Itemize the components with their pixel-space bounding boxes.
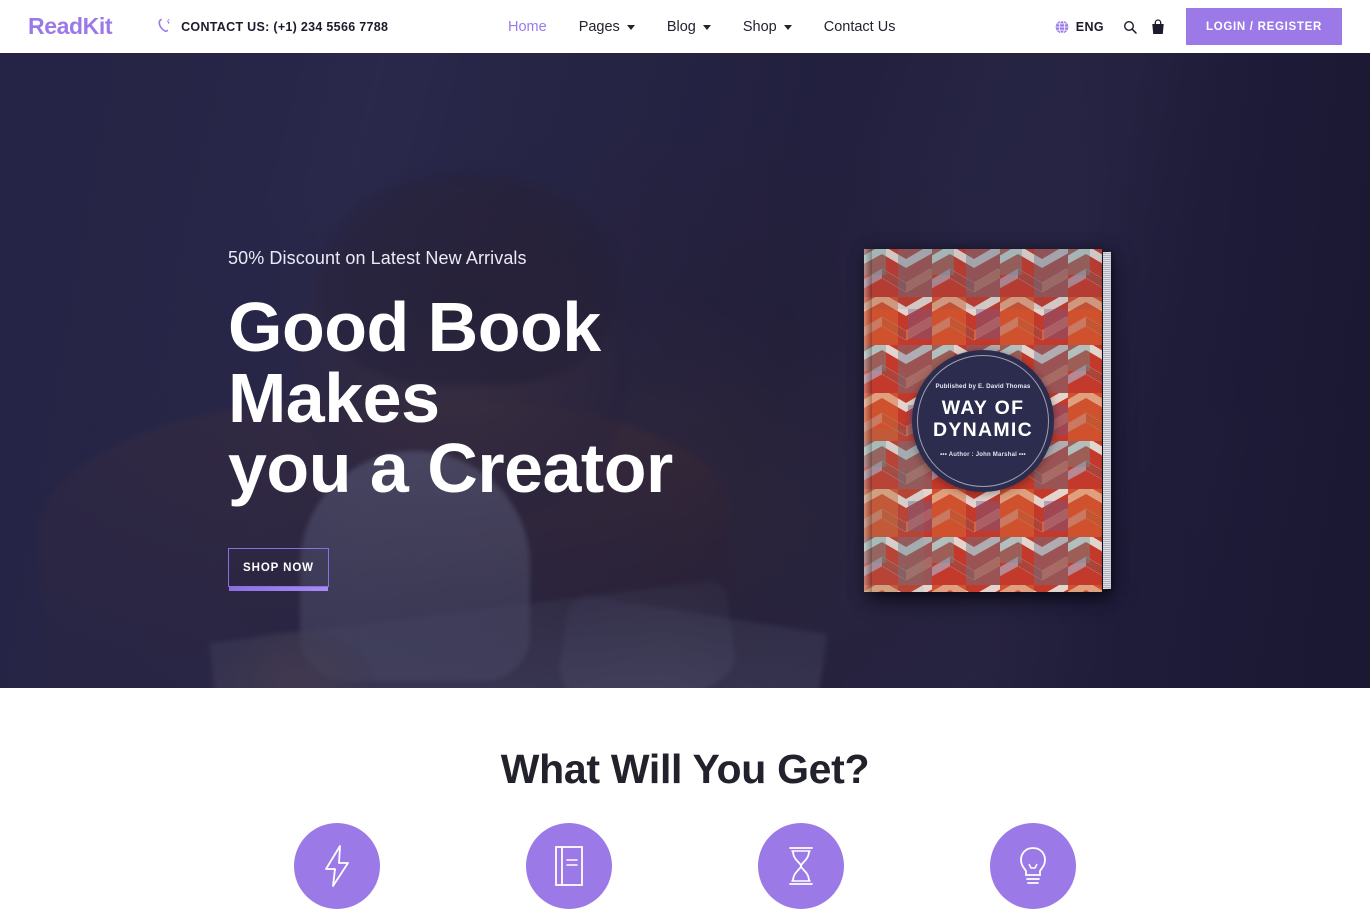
nav-label-pages: Pages [578, 18, 620, 35]
chevron-down-icon [783, 25, 792, 30]
features-section-title: What Will You Get? [500, 746, 870, 792]
hero-subtitle: 50% Discount on Latest New Arrivals [228, 248, 527, 268]
hero-copy: 50% Discount on Latest New Arrivals Good… [228, 248, 828, 592]
nav-label-blog: Blog [666, 18, 696, 35]
feature-item[interactable] [294, 823, 380, 909]
feature-item[interactable] [526, 823, 612, 909]
lightbulb-icon [990, 823, 1076, 909]
globe-icon[interactable] [1055, 19, 1069, 34]
shopping-bag-icon[interactable] [1148, 17, 1168, 37]
book-cover: Published by E. David Thomas WAY OF DYNA… [864, 249, 1102, 592]
nav-label-shop: Shop [742, 18, 777, 35]
nav-item-pages[interactable]: Pages [563, 0, 651, 53]
nav-label-home: Home [508, 18, 547, 35]
shop-now-label: SHOP NOW [243, 561, 314, 574]
contact-info: CONTACT US: (+1) 234 5566 7788 [156, 18, 388, 35]
book-publisher: Published by E. David Thomas [935, 383, 1031, 391]
nav-item-home[interactable]: Home [492, 0, 563, 53]
hero-section: 50% Discount on Latest New Arrivals Good… [0, 53, 1370, 688]
site-header: ReadKit CONTACT US: (+1) 234 5566 7788 H… [0, 0, 1370, 53]
book-icon [526, 823, 612, 909]
nav-item-contact-us[interactable]: Contact Us [808, 0, 912, 53]
book-title-line-1: WAY OF [941, 397, 1025, 420]
header-actions: ENG LOGIN / REGISTER [1055, 8, 1342, 45]
phone-call-icon [156, 18, 171, 35]
book-author: ••• Author : John Marshal ••• [940, 451, 1026, 458]
features-section: What Will You Get? [0, 688, 1370, 913]
login-register-button[interactable]: LOGIN / REGISTER [1186, 8, 1342, 45]
shop-now-button[interactable]: SHOP NOW [228, 548, 329, 592]
hero-title-line-2: you a Creator [228, 429, 673, 508]
language-selector[interactable]: ENG [1076, 20, 1104, 34]
nav-item-shop[interactable]: Shop [727, 0, 808, 53]
book-spine [864, 249, 872, 592]
chevron-down-icon [702, 25, 711, 30]
hourglass-icon [758, 823, 844, 909]
hero-title-line-1: Good Book Makes [228, 288, 601, 437]
hero-title: Good Book Makes you a Creator [228, 292, 828, 504]
lightning-bolt-icon [294, 823, 380, 909]
feature-item[interactable] [990, 823, 1076, 909]
contact-text: CONTACT US: (+1) 234 5566 7788 [181, 19, 389, 34]
nav-item-blog[interactable]: Blog [651, 0, 727, 53]
main-navigation: Home Pages Blog Shop Contact Us [492, 0, 911, 53]
site-logo[interactable]: ReadKit [28, 13, 113, 40]
book-title-line-2: DYNAMIC [932, 419, 1034, 441]
nav-label-contact-us: Contact Us [823, 18, 896, 35]
book-page-edges [1103, 251, 1111, 590]
features-list [0, 823, 1370, 909]
book-title-medallion: Published by E. David Thomas WAY OF DYNA… [912, 349, 1054, 492]
hero-book-image: Published by E. David Thomas WAY OF DYNA… [864, 249, 1114, 600]
chevron-down-icon [626, 25, 635, 30]
search-icon[interactable] [1120, 17, 1140, 37]
feature-item[interactable] [758, 823, 844, 909]
